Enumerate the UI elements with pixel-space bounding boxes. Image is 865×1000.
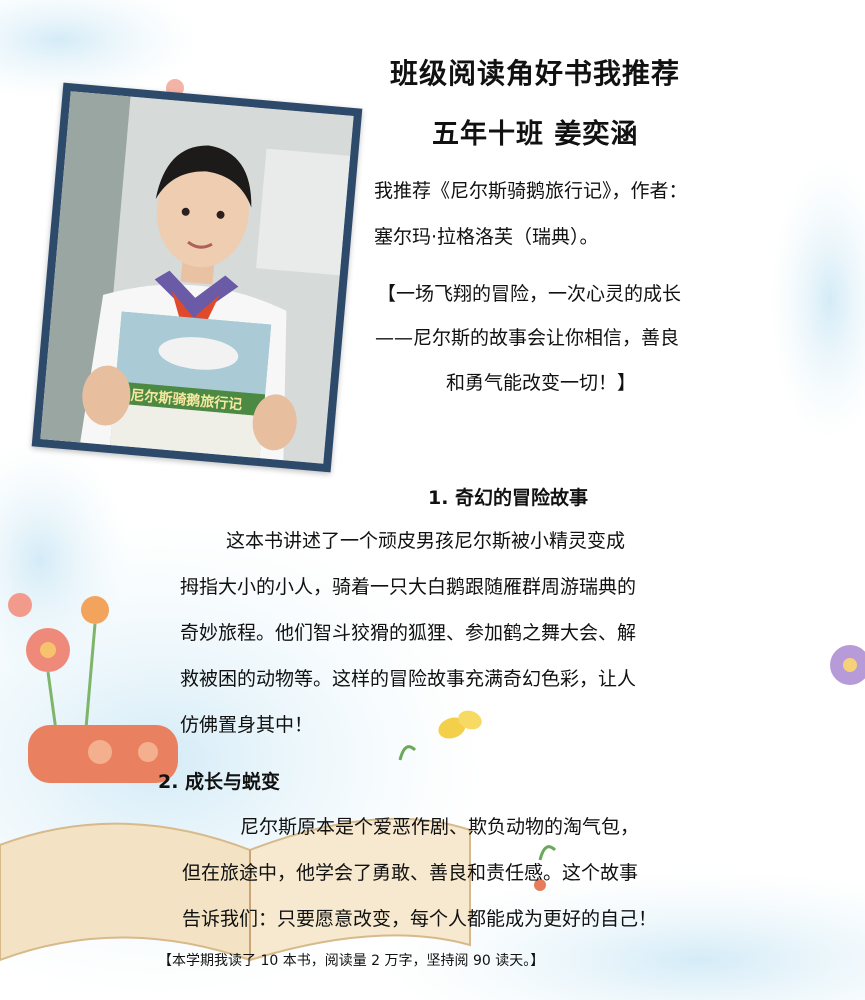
class-and-author: 五年十班 姜奕涵 [432, 119, 639, 150]
section-1-line: 仿佛置身其中！ [180, 714, 314, 736]
section-heading-2: 2. 成长与蜕变 [158, 771, 281, 793]
recommend-line-2: 塞尔玛·拉格洛芙（瑞典）。 [374, 226, 599, 248]
section-1-line: 救被困的动物等。这样的冒险故事充满奇幻色彩，让人 [180, 668, 637, 690]
section-1-line: 拇指大小的小人，骑着一只大白鹅跟随雁群周游瑞典的 [180, 576, 637, 598]
section-2-line: 尼尔斯原本是个爱恶作剧、欺负动物的淘气包， [240, 816, 640, 838]
pencil-case-icon [28, 725, 178, 783]
section-1-line: 这本书讲述了一个顽皮男孩尼尔斯被小精灵变成 [226, 530, 626, 552]
quote-line-1: 【一场飞翔的冒险，一次心灵的成长 [377, 283, 682, 305]
section-2-line: 告诉我们：只要愿意改变，每个人都能成为更好的自己！ [182, 908, 658, 930]
recommend-line-1: 我推荐《尼尔斯骑鹅旅行记》，作者： [374, 180, 688, 202]
quote-line-2: ——尼尔斯的故事会让你相信，善良 [375, 327, 680, 349]
section-heading-1: 1. 奇幻的冒险故事 [428, 487, 589, 509]
section-1-line: 奇妙旅程。他们智斗狡猾的狐狸、参加鹤之舞大会、解 [180, 622, 637, 644]
reading-summary: 【本学期我读了 10 本书，阅读量 2 万字，坚持阅 90 读天。】 [158, 953, 545, 969]
student-photo: 尼尔斯骑鹅旅行记 [40, 91, 354, 464]
section-2-line: 但在旅途中，他学会了勇敢、善良和责任感。这个故事 [182, 862, 639, 884]
page-title: 班级阅读角好书我推荐 [390, 57, 681, 90]
quote-line-3: 和勇气能改变一切！】 [446, 372, 637, 394]
student-photo-frame: 尼尔斯骑鹅旅行记 [31, 82, 363, 473]
